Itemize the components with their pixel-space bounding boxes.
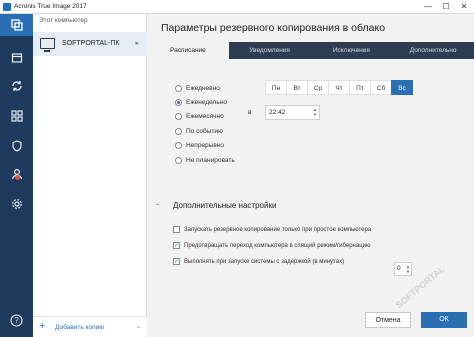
tab-advanced[interactable]: Дополнительно [392,42,474,59]
delay-input[interactable]: 0 ▲ ▼ [394,262,412,276]
day-tue[interactable]: Вт [286,80,308,95]
shield-icon[interactable] [9,138,24,153]
day-sun[interactable]: Вс [391,80,413,95]
weekday-selector: Пн Вт Ср Чт Пт Сб Вс [265,80,413,95]
time-value: 22:42 [269,109,286,116]
radio-continuous[interactable]: Непрерывно [175,139,224,151]
chevron-right-icon: ▸ [135,40,139,47]
radio-label: По событию [186,127,223,135]
delay-value: 0 [397,265,401,272]
window-title: Acronis True Image 2017 [14,3,87,10]
radio-daily[interactable]: Ежедневно [175,82,220,94]
radio-on-event[interactable]: По событию [175,125,223,137]
title-bar: Acronis True Image 2017 — ☐ ✕ [0,0,474,14]
add-backup-button[interactable]: + Добавить копию ⌄ [33,316,147,337]
day-fri[interactable]: Пт [349,80,371,95]
notification-badge [15,175,20,180]
sync-icon[interactable] [9,78,24,93]
checkbox-prevent-sleep[interactable]: ✓ Предотвращать переход компьютера в спя… [173,240,371,251]
app-logo-icon [3,3,11,11]
tab-exclusions[interactable]: Исключения [311,42,393,59]
radio-label: Не планировать [186,156,235,164]
radio-button-selected[interactable] [175,98,182,106]
day-thu[interactable]: Чт [328,80,350,95]
tab-schedule[interactable]: Расписание [147,42,229,59]
tools-icon[interactable] [9,108,24,123]
radio-button[interactable] [175,156,182,164]
checkbox-checked[interactable]: ✓ [173,242,180,249]
day-mon[interactable]: Пн [265,80,287,95]
collapse-icon[interactable]: ⌃ [155,203,160,210]
radio-button[interactable] [175,127,182,135]
chevron-down-icon[interactable]: ⌄ [136,323,141,330]
time-prefix: в [248,109,252,116]
sidebar-header: Этот компьютер [39,17,88,24]
help-glyph: ? [14,316,19,325]
help-icon[interactable]: ? [9,313,24,328]
machine-name: SOFTPORTAL-ПК [62,40,120,47]
checkbox-checked[interactable]: ✓ [173,258,180,265]
nav-bar: ? [0,14,33,337]
sidebar-item-machine[interactable]: SOFTPORTAL-ПК ▸ [33,32,147,56]
ok-button[interactable]: ОК [421,312,467,328]
archive-icon[interactable] [9,50,24,65]
radio-no-schedule[interactable]: Не планировать [175,154,235,166]
add-backup-label: Добавить копию [55,324,105,331]
radio-button[interactable] [175,84,182,92]
tab-bar: Расписание Уведомления Исключения Дополн… [147,42,474,59]
checkbox-idle-only[interactable]: Запускать резервное копирование только п… [173,224,371,235]
account-icon[interactable] [9,166,24,181]
monitor-icon [40,38,55,52]
radio-label: Непрерывно [186,141,225,149]
time-input[interactable]: 22:42 ▲ ▼ [265,105,320,120]
day-sat[interactable]: Сб [370,80,392,95]
radio-weekly[interactable]: Еженедельно [175,96,227,108]
sidebar: Этот компьютер SOFTPORTAL-ПК ▸ + Добавит… [33,14,147,337]
radio-monthly[interactable]: Ежемесячно [175,110,224,122]
checkbox-label: Запускать резервное копирование только п… [184,226,372,233]
checkbox[interactable] [173,226,180,233]
stepper-icon[interactable]: ▲ ▼ [406,264,410,274]
settings-icon[interactable] [9,196,24,211]
backup-icon[interactable] [0,14,33,36]
day-wed[interactable]: Ср [307,80,329,95]
maximize-button[interactable]: ☐ [440,2,452,12]
stepper-icon[interactable]: ▲ ▼ [313,107,317,117]
tab-notifications[interactable]: Уведомления [229,42,311,59]
checkbox-startup-delay[interactable]: ✓ Выполнять при запуске системы с задерж… [173,256,344,267]
cancel-button[interactable]: Отмена [365,312,411,328]
radio-button[interactable] [175,112,182,120]
radio-label: Еженедельно [186,98,227,106]
close-button[interactable]: ✕ [458,2,470,12]
page-title: Параметры резервного копирования в облак… [161,22,386,34]
radio-label: Ежедневно [186,84,220,92]
radio-label: Ежемесячно [186,112,224,120]
plus-icon: + [39,320,46,332]
radio-button[interactable] [175,141,182,149]
checkbox-label: Выполнять при запуске системы с задержко… [184,258,345,265]
advanced-settings-title[interactable]: Дополнительные настройки [173,201,276,210]
minimize-button[interactable]: — [422,2,434,12]
checkbox-label: Предотвращать переход компьютера в спящи… [184,242,371,249]
